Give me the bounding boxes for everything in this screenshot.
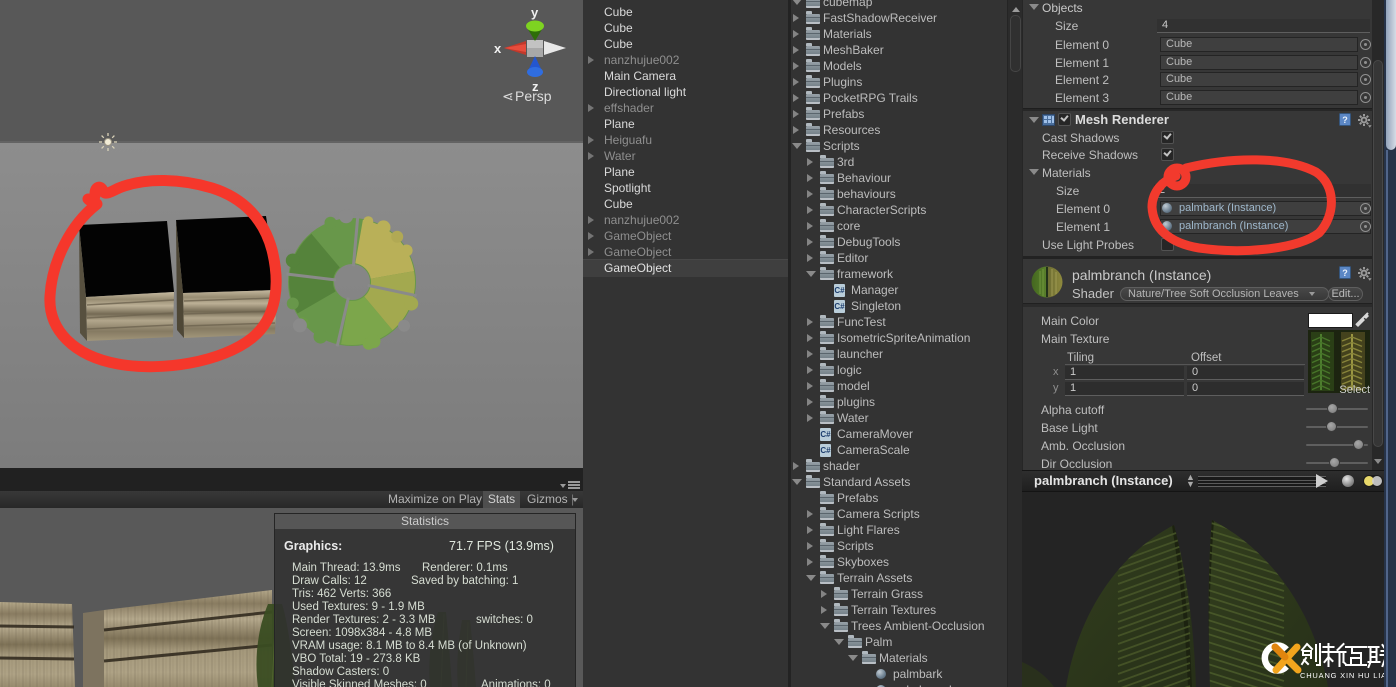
svg-text:?: ? <box>1342 115 1348 125</box>
svg-text:Persp: Persp <box>515 88 552 104</box>
svg-text:CHUANG XIN HU LIAN: CHUANG XIN HU LIAN <box>1300 671 1384 680</box>
svg-text:?: ? <box>1342 268 1348 278</box>
svg-text:x: x <box>494 41 502 56</box>
svg-text:y: y <box>531 5 539 20</box>
svg-text:⋖: ⋖ <box>502 88 514 104</box>
